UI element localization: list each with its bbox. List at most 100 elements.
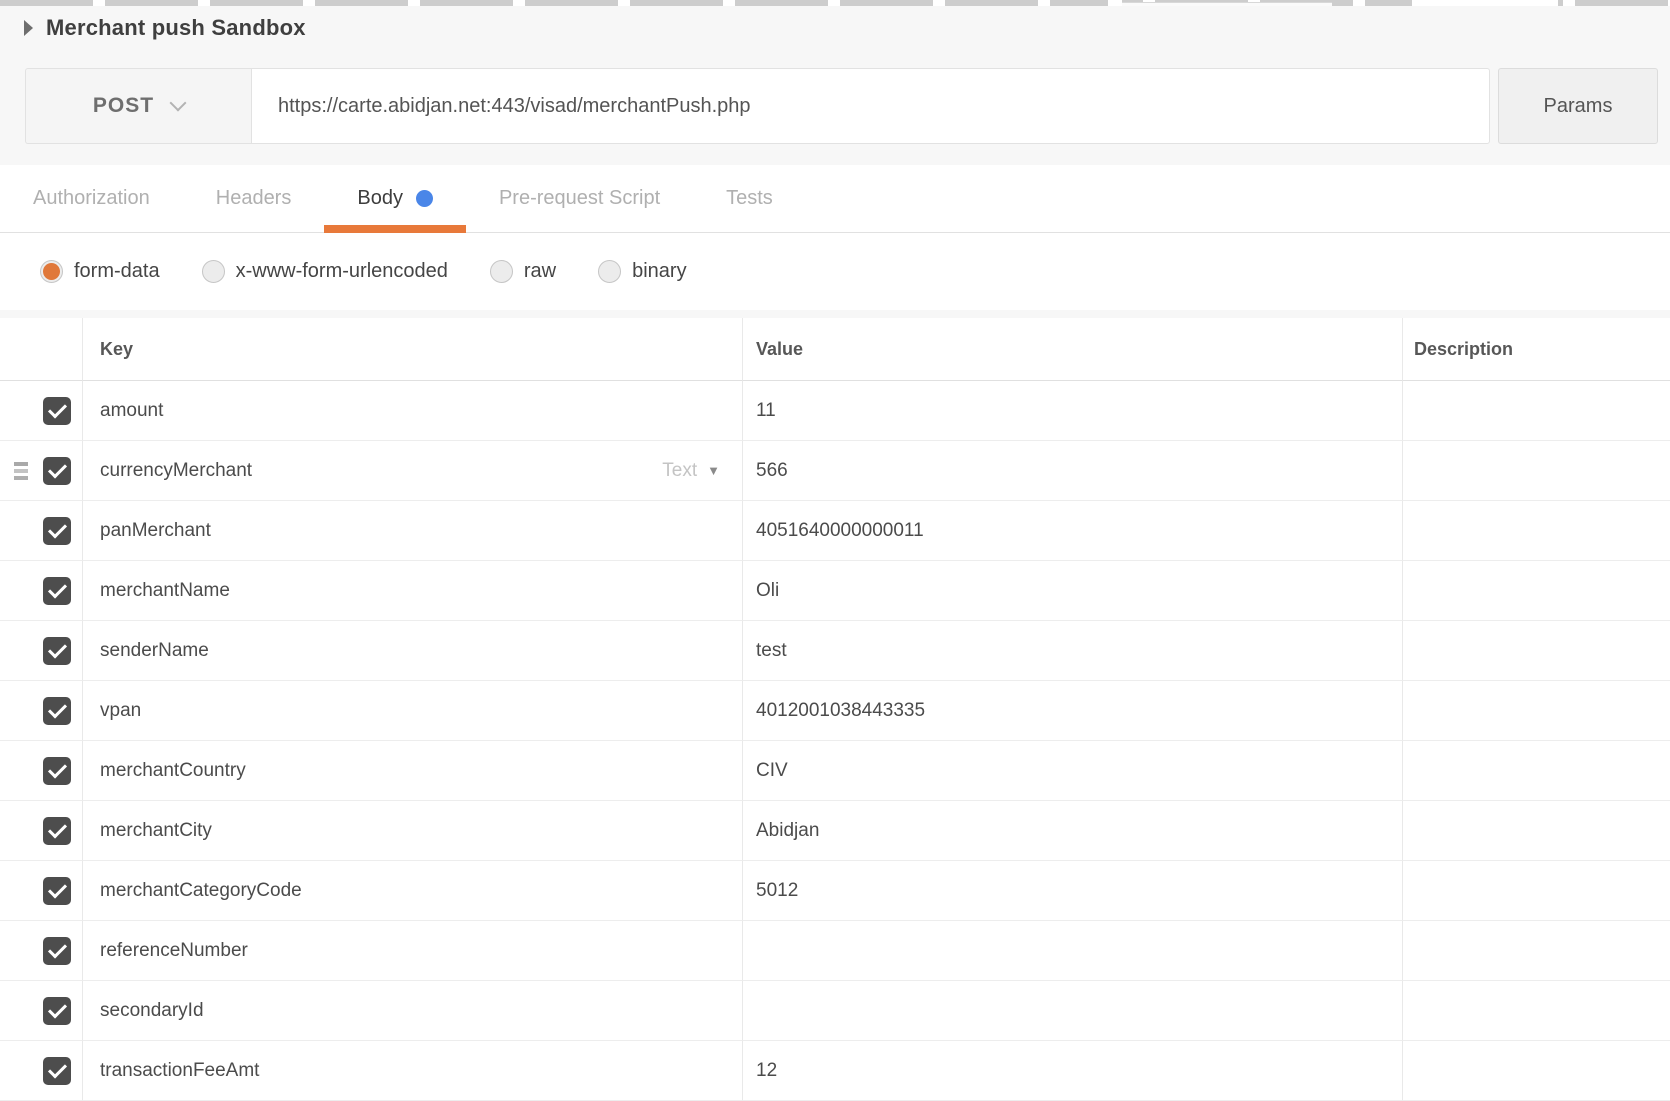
value-cell[interactable] bbox=[742, 981, 1402, 1041]
body-type-radio-x-www-form-urlencoded[interactable]: x-www-form-urlencoded bbox=[202, 260, 448, 283]
chevron-down-icon bbox=[170, 94, 187, 111]
url-input[interactable]: https://carte.abidjan.net:443/visad/merc… bbox=[251, 68, 1490, 144]
top-edge-notch bbox=[1108, 0, 1122, 6]
row-checkbox-cell bbox=[0, 561, 82, 621]
key-cell[interactable]: vpan bbox=[82, 681, 742, 741]
row-checkbox[interactable] bbox=[43, 997, 71, 1025]
table-row: panMerchant 4051640000000011 bbox=[0, 501, 1670, 561]
description-cell[interactable] bbox=[1402, 981, 1670, 1041]
value-cell[interactable]: CIV bbox=[742, 741, 1402, 801]
table-row: vpan 4012001038443335 bbox=[0, 681, 1670, 741]
table-row: merchantName Oli bbox=[0, 561, 1670, 621]
table-row: merchantCategoryCode 5012 bbox=[0, 861, 1670, 921]
params-button[interactable]: Params bbox=[1498, 68, 1658, 144]
value-cell[interactable]: Oli bbox=[742, 561, 1402, 621]
row-checkbox[interactable] bbox=[43, 397, 71, 425]
key-text: amount bbox=[100, 400, 163, 422]
key-cell[interactable]: merchantCountry bbox=[82, 741, 742, 801]
row-checkbox[interactable] bbox=[43, 517, 71, 545]
row-checkbox[interactable] bbox=[43, 577, 71, 605]
value-text: CIV bbox=[756, 760, 788, 782]
row-checkbox-cell bbox=[0, 801, 82, 861]
value-text: 4051640000000011 bbox=[756, 520, 924, 542]
tab-pre-request-script[interactable]: Pre-request Script bbox=[466, 165, 693, 232]
table-row: currencyMerchant Text ▼ 566 bbox=[0, 441, 1670, 501]
key-text: senderName bbox=[100, 640, 209, 662]
value-type-dropdown[interactable]: Text ▼ bbox=[662, 460, 742, 482]
table-row: merchantCountry CIV bbox=[0, 741, 1670, 801]
key-cell[interactable]: amount bbox=[82, 381, 742, 441]
description-cell[interactable] bbox=[1402, 381, 1670, 441]
value-cell[interactable]: 566 bbox=[742, 441, 1402, 501]
row-checkbox[interactable] bbox=[43, 1057, 71, 1085]
value-cell[interactable]: 4051640000000011 bbox=[742, 501, 1402, 561]
description-cell[interactable] bbox=[1402, 441, 1670, 501]
table-row: referenceNumber bbox=[0, 921, 1670, 981]
method-dropdown[interactable]: POST bbox=[25, 68, 251, 144]
value-cell[interactable] bbox=[742, 921, 1402, 981]
row-checkbox[interactable] bbox=[43, 457, 71, 485]
body-type-radio-binary[interactable]: binary bbox=[598, 260, 686, 283]
key-cell[interactable]: senderName bbox=[82, 621, 742, 681]
description-cell[interactable] bbox=[1402, 501, 1670, 561]
row-checkbox-cell bbox=[0, 861, 82, 921]
key-cell[interactable]: merchantCategoryCode bbox=[82, 861, 742, 921]
row-checkbox[interactable] bbox=[43, 697, 71, 725]
collapse-triangle-icon[interactable] bbox=[24, 20, 33, 36]
key-text: referenceNumber bbox=[100, 940, 248, 962]
drag-handle-icon[interactable] bbox=[14, 462, 28, 480]
tab-authorization[interactable]: Authorization bbox=[0, 165, 183, 232]
row-checkbox[interactable] bbox=[43, 937, 71, 965]
value-cell[interactable]: test bbox=[742, 621, 1402, 681]
header-key: Key bbox=[82, 318, 742, 381]
request-tabs: Authorization Headers Body Pre-request S… bbox=[0, 165, 1670, 233]
top-edge-notch bbox=[1412, 0, 1558, 6]
radio-label: form-data bbox=[74, 260, 160, 283]
description-cell[interactable] bbox=[1402, 1041, 1670, 1101]
radio-icon bbox=[40, 260, 63, 283]
key-cell[interactable]: referenceNumber bbox=[82, 921, 742, 981]
tab-tests[interactable]: Tests bbox=[693, 165, 806, 232]
body-type-options: form-data x-www-form-urlencoded raw bina… bbox=[0, 233, 1670, 310]
value-cell[interactable]: 5012 bbox=[742, 861, 1402, 921]
key-cell[interactable]: transactionFeeAmt bbox=[82, 1041, 742, 1101]
value-cell[interactable]: 12 bbox=[742, 1041, 1402, 1101]
key-cell[interactable]: currencyMerchant Text ▼ bbox=[82, 441, 742, 501]
key-cell[interactable]: merchantCity bbox=[82, 801, 742, 861]
request-title: Merchant push Sandbox bbox=[46, 15, 306, 41]
body-type-radio-raw[interactable]: raw bbox=[490, 260, 556, 283]
description-cell[interactable] bbox=[1402, 921, 1670, 981]
description-cell[interactable] bbox=[1402, 621, 1670, 681]
method-label: POST bbox=[93, 94, 154, 118]
value-cell[interactable]: 11 bbox=[742, 381, 1402, 441]
row-checkbox[interactable] bbox=[43, 757, 71, 785]
request-title-row: Merchant push Sandbox bbox=[0, 6, 1670, 50]
row-checkbox-cell bbox=[0, 621, 82, 681]
table-body: amount 11 currencyMerchant Text ▼ 566 bbox=[0, 381, 1670, 1101]
row-checkbox-cell bbox=[0, 1041, 82, 1101]
tab-headers[interactable]: Headers bbox=[183, 165, 325, 232]
top-edge-decoration bbox=[0, 0, 1670, 6]
value-type-label: Text bbox=[662, 460, 697, 482]
key-cell[interactable]: panMerchant bbox=[82, 501, 742, 561]
description-cell[interactable] bbox=[1402, 741, 1670, 801]
tab-body[interactable]: Body bbox=[324, 165, 466, 232]
description-cell[interactable] bbox=[1402, 801, 1670, 861]
value-text: 11 bbox=[756, 400, 776, 422]
row-checkbox[interactable] bbox=[43, 817, 71, 845]
table-row: transactionFeeAmt 12 bbox=[0, 1041, 1670, 1101]
row-checkbox-cell bbox=[0, 441, 82, 501]
description-cell[interactable] bbox=[1402, 561, 1670, 621]
value-cell[interactable]: 4012001038443335 bbox=[742, 681, 1402, 741]
key-text: secondaryId bbox=[100, 1000, 204, 1022]
key-cell[interactable]: merchantName bbox=[82, 561, 742, 621]
row-checkbox[interactable] bbox=[43, 637, 71, 665]
row-checkbox-cell bbox=[0, 381, 82, 441]
description-cell[interactable] bbox=[1402, 681, 1670, 741]
value-cell[interactable]: Abidjan bbox=[742, 801, 1402, 861]
key-cell[interactable]: secondaryId bbox=[82, 981, 742, 1041]
row-checkbox[interactable] bbox=[43, 877, 71, 905]
body-type-radio-form-data[interactable]: form-data bbox=[40, 260, 160, 283]
value-text: 12 bbox=[756, 1060, 777, 1082]
description-cell[interactable] bbox=[1402, 861, 1670, 921]
